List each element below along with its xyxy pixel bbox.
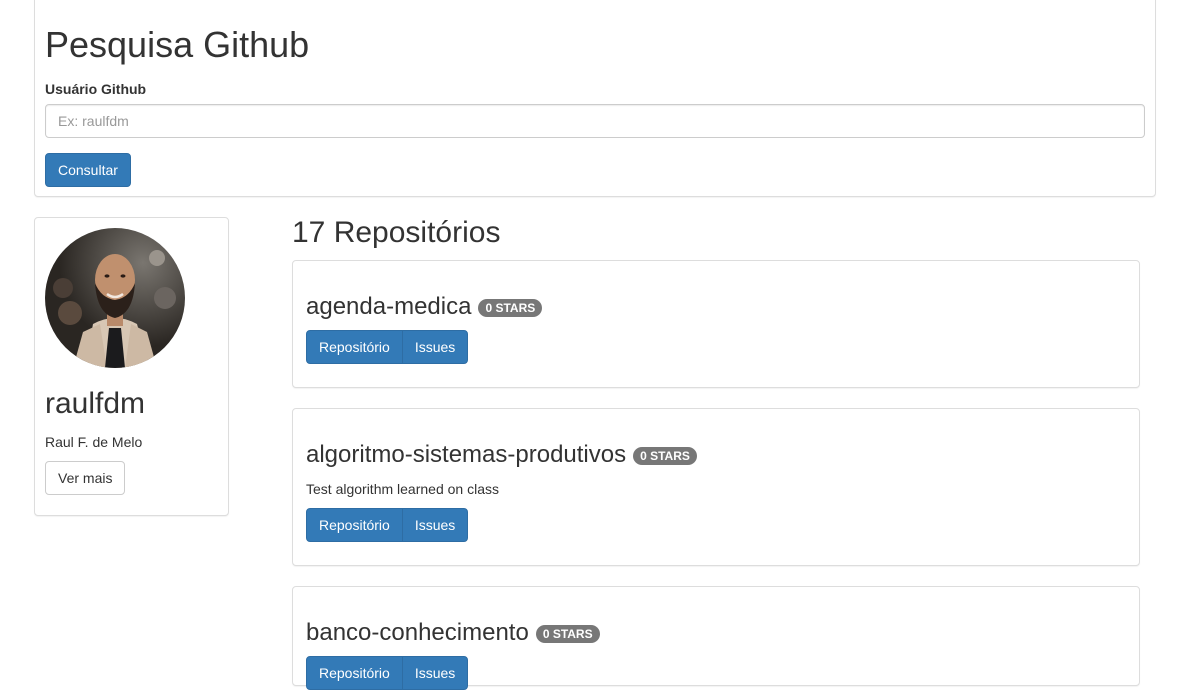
username-search-input[interactable] [45, 104, 1145, 138]
page-title: Pesquisa Github [45, 24, 310, 65]
repo-card: algoritmo-sistemas-produtivos 0 STARS Te… [292, 408, 1140, 566]
repo-card: banco-conhecimento 0 STARS Repositório I… [292, 586, 1140, 690]
see-more-button[interactable]: Ver mais [45, 461, 126, 495]
search-panel: Pesquisa Github Usuário Github Consultar [34, 0, 1156, 197]
stars-badge: 0 STARS [633, 447, 697, 466]
repo-button-group: Repositório Issues [306, 330, 469, 364]
repos-heading: 17 Repositórios [292, 216, 501, 249]
avatar-photo [45, 228, 185, 368]
profile-panel: raulfdm Raul F. de Melo Ver mais [34, 217, 229, 516]
repo-title-row: algoritmo-sistemas-produtivos 0 STARS [306, 441, 697, 468]
stars-badge: 0 STARS [478, 299, 543, 318]
profile-full-name: Raul F. de Melo [45, 434, 143, 450]
repository-button[interactable]: Repositório [306, 508, 403, 542]
repo-description: Test algorithm learned on class [306, 481, 499, 497]
profile-username: raulfdm [45, 387, 146, 420]
repo-button-group: Repositório Issues [306, 656, 469, 690]
issues-button[interactable]: Issues [401, 330, 469, 364]
repo-title-row: banco-conhecimento 0 STARS [306, 619, 600, 646]
stars-badge: 0 STARS [535, 625, 600, 644]
repo-name: agenda-medica [306, 293, 472, 320]
avatar [45, 228, 185, 368]
repo-name: banco-conhecimento [306, 619, 529, 646]
repo-title-row: agenda-medica 0 STARS [306, 293, 543, 320]
repository-button[interactable]: Repositório [306, 656, 403, 690]
username-field-label: Usuário Github [45, 81, 147, 97]
repo-card: agenda-medica 0 STARS Repositório Issues [292, 260, 1140, 388]
repo-name: algoritmo-sistemas-produtivos [306, 441, 627, 468]
issues-button[interactable]: Issues [401, 508, 469, 542]
consult-button[interactable]: Consultar [45, 153, 131, 187]
repo-button-group: Repositório Issues [306, 508, 469, 542]
repository-button[interactable]: Repositório [306, 330, 403, 364]
issues-button[interactable]: Issues [401, 656, 469, 690]
